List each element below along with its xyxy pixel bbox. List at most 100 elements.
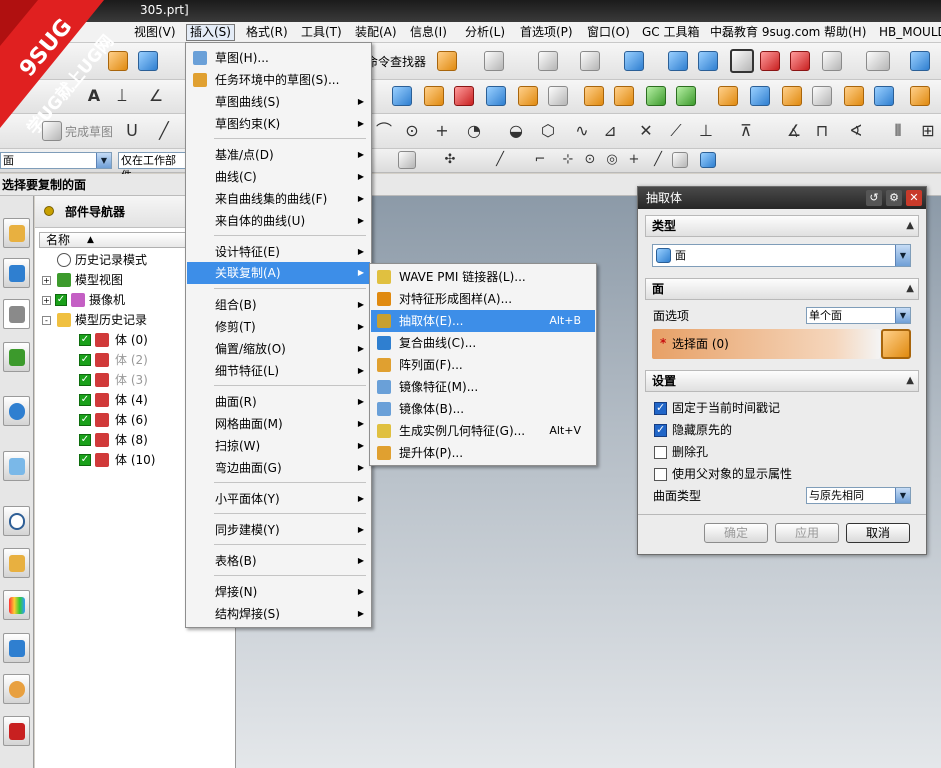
pattern-icon[interactable] bbox=[584, 86, 604, 106]
chamfer-icon[interactable]: ◒ bbox=[506, 121, 526, 141]
offset-icon[interactable] bbox=[614, 86, 634, 106]
menu-item-facet-body[interactable]: 小平面体(Y) ▶ bbox=[187, 488, 370, 510]
group-type[interactable]: 类型 ▲ bbox=[645, 215, 919, 237]
chevron-down-icon[interactable]: ▼ bbox=[895, 308, 910, 323]
menu-item-extract-body[interactable]: 抽取体(E)... Alt+B bbox=[371, 310, 595, 332]
menu-insert[interactable]: 插入(S) bbox=[186, 24, 235, 41]
cancel-button[interactable]: 取消 bbox=[846, 523, 910, 543]
menu-item-mirror-body[interactable]: 镜像体(B)... bbox=[371, 398, 595, 420]
dimension-icon[interactable]: ∡ bbox=[784, 121, 804, 141]
radius-dim-icon[interactable]: ⦀ bbox=[888, 121, 908, 141]
menu-item-trim[interactable]: 修剪(T) ▶ bbox=[187, 316, 370, 338]
menu-item-sweep[interactable]: 扫掠(W) ▶ bbox=[187, 435, 370, 457]
perpendicular-dim-icon[interactable]: ⊓ bbox=[812, 121, 832, 141]
selection-scope-combo[interactable]: 仅在工作部件 bbox=[118, 152, 186, 182]
menu-item-derived-curve[interactable]: 来自曲线集的曲线(F) ▶ bbox=[187, 188, 370, 210]
menu-assembly[interactable]: 装配(A) bbox=[352, 24, 400, 41]
chevron-up-icon[interactable]: ▲ bbox=[906, 279, 914, 299]
menu-item-instance-geometry[interactable]: 生成实例几何特征(G)... Alt+V bbox=[371, 420, 595, 442]
geometric-constraint-icon[interactable]: ⊼ bbox=[736, 121, 756, 141]
menu-item-sketch[interactable]: 草图(H)... bbox=[187, 47, 370, 69]
arc-center-icon[interactable]: ⊙ bbox=[580, 150, 600, 170]
menu-help[interactable]: 帮助(H) bbox=[821, 24, 869, 41]
solid-body-filter-icon[interactable] bbox=[700, 152, 716, 168]
split-body-icon[interactable] bbox=[844, 86, 864, 106]
background-color-icon[interactable] bbox=[866, 51, 890, 71]
control-point-icon[interactable]: ⌐ bbox=[530, 150, 550, 170]
point-icon[interactable]: + bbox=[432, 121, 452, 141]
check-icon[interactable]: ✓ bbox=[79, 354, 91, 366]
menu-tools[interactable]: 工具(T) bbox=[298, 24, 345, 41]
face-option-select[interactable]: 单个面 ▼ bbox=[806, 307, 911, 324]
pin-icon[interactable] bbox=[44, 206, 54, 216]
polygon-icon[interactable]: ⬡ bbox=[538, 121, 558, 141]
menu-gc-toolbox[interactable]: GC 工具箱 bbox=[639, 24, 703, 41]
assembly-navigator-tab[interactable] bbox=[3, 218, 30, 248]
select-face-row[interactable]: * 选择面 (0) bbox=[652, 329, 880, 359]
menu-item-detail-feature[interactable]: 细节特征(L) ▶ bbox=[187, 360, 370, 382]
check-icon[interactable]: ✓ bbox=[79, 374, 91, 386]
reuse-library-tab[interactable] bbox=[3, 342, 30, 372]
menu-item-associative-copy[interactable]: 关联复制(A) ▶ bbox=[187, 262, 370, 284]
constraint-navigator-tab[interactable] bbox=[3, 258, 30, 288]
scale-icon[interactable] bbox=[812, 86, 832, 106]
check-icon[interactable]: ✓ bbox=[79, 434, 91, 446]
chevron-up-icon[interactable]: ▲ bbox=[906, 371, 914, 391]
menu-item-flange-surface[interactable]: 弯边曲面(G) ▶ bbox=[187, 457, 370, 479]
revolve-icon[interactable] bbox=[454, 86, 474, 106]
boss-icon[interactable] bbox=[548, 86, 568, 106]
fillet-icon[interactable]: ◔ bbox=[464, 121, 484, 141]
arc-icon[interactable]: ⌒ bbox=[374, 121, 394, 141]
fix-timestamp-checkbox[interactable] bbox=[654, 401, 667, 415]
intersection-icon[interactable]: ⊹ bbox=[558, 150, 578, 170]
menu-item-offset-scale[interactable]: 偏置/缩放(O) ▶ bbox=[187, 338, 370, 360]
unite-icon[interactable] bbox=[646, 86, 666, 106]
type-filter-combo[interactable]: 面 ▼ bbox=[0, 152, 112, 169]
expand-icon[interactable]: + bbox=[42, 276, 51, 285]
extract-icon[interactable] bbox=[910, 86, 930, 106]
navigate-icon[interactable] bbox=[910, 51, 930, 71]
part-navigator-tab[interactable] bbox=[3, 299, 30, 329]
chevron-down-icon[interactable]: ▼ bbox=[895, 488, 910, 503]
layer-icon[interactable] bbox=[822, 51, 842, 71]
block-icon[interactable] bbox=[486, 86, 506, 106]
tool-icon[interactable] bbox=[437, 51, 457, 71]
cylinder-icon[interactable] bbox=[392, 86, 412, 106]
offset-curve-icon[interactable]: ⊿ bbox=[600, 121, 620, 141]
menu-item-curve[interactable]: 曲线(C) ▶ bbox=[187, 166, 370, 188]
menu-item-sketch-curve[interactable]: 草图曲线(S) ▶ bbox=[187, 91, 370, 113]
collapse-icon[interactable]: - bbox=[42, 316, 51, 325]
studio-spline-icon[interactable]: ∿ bbox=[572, 121, 592, 141]
menu-item-mesh-surface[interactable]: 网格曲面(M) ▶ bbox=[187, 413, 370, 435]
menu-item-combine[interactable]: 组合(B) ▶ bbox=[187, 294, 370, 316]
hide-original-checkbox[interactable] bbox=[654, 423, 667, 437]
menu-preferences[interactable]: 首选项(P) bbox=[517, 24, 576, 41]
quick-extend-icon[interactable]: ⟋ bbox=[666, 121, 686, 141]
menu-item-pattern-face[interactable]: 阵列面(F)... bbox=[371, 354, 595, 376]
auto-dim-icon[interactable]: ⊞ bbox=[918, 121, 938, 141]
chevron-up-icon[interactable]: ▲ bbox=[906, 216, 914, 236]
shaded-view-icon[interactable] bbox=[624, 51, 644, 71]
orient-view-icon[interactable] bbox=[730, 49, 754, 73]
group-face[interactable]: 面 ▲ bbox=[645, 278, 919, 300]
clip-view-icon[interactable] bbox=[790, 51, 810, 71]
check-icon[interactable]: ✓ bbox=[55, 294, 67, 306]
section-view-icon[interactable] bbox=[760, 51, 780, 71]
snap-point-icon[interactable] bbox=[398, 151, 416, 169]
menu-item-mirror-feature[interactable]: 镜像特征(M)... bbox=[371, 376, 595, 398]
surface-type-select[interactable]: 与原先相同 ▼ bbox=[806, 487, 911, 504]
history-tab[interactable] bbox=[3, 506, 30, 536]
iso-view-icon[interactable] bbox=[668, 51, 688, 71]
type-select[interactable]: 面 ▼ bbox=[652, 244, 911, 267]
roles-tab[interactable] bbox=[3, 674, 30, 704]
expand-icon[interactable]: + bbox=[42, 296, 51, 305]
quick-trim-icon[interactable]: ✕ bbox=[636, 121, 656, 141]
pad-icon[interactable] bbox=[518, 86, 538, 106]
menu-item-design-feature[interactable]: 设计特征(E) ▶ bbox=[187, 241, 370, 263]
chevron-down-icon[interactable]: ▼ bbox=[895, 245, 910, 266]
point-on-face-icon[interactable]: ╱ bbox=[648, 150, 668, 170]
angular-dim-icon[interactable]: ∢ bbox=[846, 121, 866, 141]
menu-zhonglei-education[interactable]: 中磊教育 9sug.com bbox=[707, 24, 823, 41]
sew-icon[interactable] bbox=[750, 86, 770, 106]
patch-icon[interactable] bbox=[874, 86, 894, 106]
